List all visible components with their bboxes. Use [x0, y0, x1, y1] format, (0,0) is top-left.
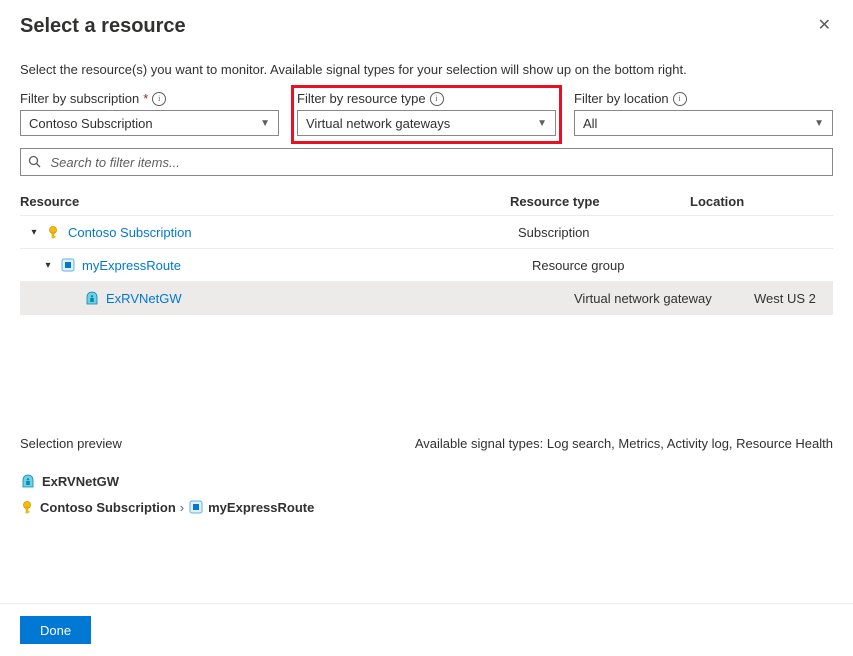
filter-subscription-label: Filter by subscription [20, 91, 139, 106]
filter-subscription-value: Contoso Subscription [29, 116, 153, 131]
column-type: Resource type [510, 194, 690, 209]
filter-resource-type-label: Filter by resource type [297, 91, 426, 106]
breadcrumb-subscription: Contoso Subscription [40, 500, 176, 515]
search-input[interactable] [48, 154, 826, 171]
tree-row-subscription[interactable]: ▾ Contoso Subscription Subscription [20, 215, 833, 248]
selection-preview-label: Selection preview [20, 436, 122, 451]
page-title: Select a resource [20, 15, 186, 38]
tree-subscription-name[interactable]: Contoso Subscription [68, 225, 192, 240]
subtext: Select the resource(s) you want to monit… [20, 62, 833, 77]
tree-resource-location: West US 2 [754, 291, 833, 306]
filter-location-label: Filter by location [574, 91, 669, 106]
search-box[interactable] [20, 148, 833, 176]
chevron-down-icon: ▼ [814, 118, 824, 129]
info-icon[interactable]: i [152, 92, 166, 106]
available-signal-types: Available signal types: Log search, Metr… [415, 436, 833, 451]
breadcrumb-separator-icon: › [180, 500, 184, 515]
tree-rg-type: Resource group [532, 258, 712, 273]
info-icon[interactable]: i [673, 92, 687, 106]
filter-subscription-dropdown[interactable]: Contoso Subscription ▼ [20, 110, 279, 136]
tree-row-resource-group[interactable]: ▾ myExpressRoute Resource group [20, 248, 833, 281]
filter-location-dropdown[interactable]: All ▼ [574, 110, 833, 136]
tree-subscription-type: Subscription [518, 225, 698, 240]
breadcrumb-resource-group: myExpressRoute [208, 500, 314, 515]
chevron-down-icon: ▼ [537, 118, 547, 129]
chevron-down-icon: ▼ [260, 118, 270, 129]
search-icon [27, 154, 42, 170]
resource-group-icon [188, 499, 204, 515]
tree-rg-name[interactable]: myExpressRoute [82, 258, 181, 273]
info-icon[interactable]: i [430, 92, 444, 106]
close-icon[interactable]: ✕ [816, 14, 833, 38]
done-button[interactable]: Done [20, 616, 91, 644]
filter-resource-type-value: Virtual network gateways [306, 116, 450, 131]
key-icon [20, 499, 36, 515]
gateway-icon [20, 473, 36, 489]
column-resource: Resource [20, 194, 510, 209]
gateway-icon [84, 290, 100, 306]
tree-row-resource[interactable]: ExRVNetGW Virtual network gateway West U… [20, 281, 833, 315]
chevron-down-icon[interactable]: ▾ [42, 260, 54, 271]
filter-location-value: All [583, 116, 597, 131]
filter-resource-type-dropdown[interactable]: Virtual network gateways ▼ [297, 110, 556, 136]
required-asterisk: * [143, 91, 148, 106]
chevron-down-icon[interactable]: ▾ [28, 227, 40, 238]
resource-group-icon [60, 257, 76, 273]
tree-resource-type: Virtual network gateway [574, 291, 754, 306]
tree-resource-name[interactable]: ExRVNetGW [106, 291, 182, 306]
key-icon [46, 224, 62, 240]
selected-resource: ExRVNetGW [42, 474, 119, 489]
column-location: Location [690, 194, 833, 209]
